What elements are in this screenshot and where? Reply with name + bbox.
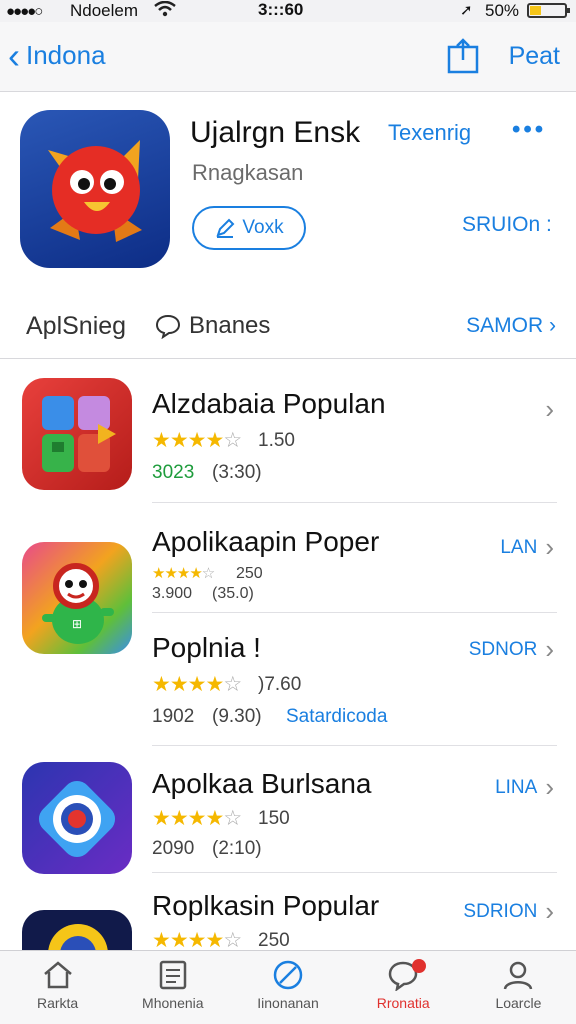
rating-value: 1.50: [258, 430, 295, 451]
pencil-icon: [216, 218, 235, 238]
app-name[interactable]: Alzdabaia Populan: [152, 388, 386, 420]
carrier-label: Ndoelem: [70, 1, 139, 20]
nav-right-button[interactable]: Peat: [509, 42, 560, 71]
app-developer-link[interactable]: Satardicoda: [286, 706, 387, 728]
app-meta: (2:10): [212, 838, 262, 859]
rating-value: 250: [258, 930, 290, 951]
chevron-right-icon: ›: [545, 394, 554, 424]
chevron-right-icon: ›: [545, 896, 554, 926]
tab-bar: Rarkta Mhonenia Iinonanan Rronatia Loarc…: [0, 950, 576, 1024]
status-bar: ●●●●○ Ndoelem 3:::60 ➚ 50%: [0, 0, 576, 22]
tab-label: Mhonenia: [142, 995, 204, 1011]
row-action-button[interactable]: SDRION ›: [463, 896, 554, 927]
app-meta: (3:30): [212, 462, 262, 483]
home-icon: [43, 961, 72, 989]
chevron-right-icon: ›: [545, 634, 554, 664]
app-icon-eye[interactable]: [22, 762, 132, 874]
app-meta: (35.0): [212, 585, 254, 602]
svg-text:⊞: ⊞: [72, 617, 82, 631]
section-title: AplSnieg: [26, 312, 127, 340]
more-options-icon[interactable]: •••: [512, 116, 546, 144]
app-name[interactable]: Roplkasin Popular: [152, 890, 379, 922]
app-name[interactable]: Apolikaapin Poper: [152, 526, 379, 558]
battery-fill: [530, 6, 541, 15]
tab-label: Loarcle: [495, 995, 542, 1011]
row-action-label: LAN: [500, 536, 538, 558]
back-label: Indona: [26, 40, 106, 70]
featured-app-title: Ujalrgn Ensk: [190, 116, 361, 149]
rating-stars: ★★★★☆: [152, 565, 215, 582]
app-name[interactable]: Poplnia !: [152, 632, 261, 664]
app-meta: (9.30): [212, 706, 262, 727]
app-icon-character[interactable]: ⊞: [22, 542, 132, 654]
share-icon: [447, 38, 479, 74]
featured-app-button[interactable]: Voxk: [192, 206, 306, 250]
featured-app-button-label: Voxk: [242, 217, 284, 238]
person-icon: [504, 961, 533, 990]
divider: [152, 872, 557, 873]
divider: [152, 502, 557, 503]
tab-label: Rronatia: [376, 995, 430, 1011]
app-count: 2090: [152, 838, 195, 859]
chevron-left-icon: ‹: [8, 34, 20, 76]
chevron-right-icon: ›: [545, 532, 554, 562]
rating-value: 250: [236, 565, 263, 582]
section-link-label: SAMOR: [466, 314, 544, 337]
navigation-bar: ‹ Indona Peat: [0, 22, 576, 92]
row-action-button[interactable]: SDNOR ›: [469, 634, 554, 665]
row-action-button[interactable]: LAN ›: [500, 532, 554, 563]
section-chat-label: Bnanes: [189, 312, 271, 339]
tab-home[interactable]: Rarkta: [0, 951, 115, 1024]
wifi-icon: [154, 0, 176, 22]
tab-label: Iinonanan: [257, 995, 319, 1011]
app-icon-partial[interactable]: [22, 910, 132, 950]
row-action-label: LINA: [495, 776, 538, 798]
row-action-label: SDRION: [463, 900, 538, 922]
divider: [152, 612, 557, 613]
share-button[interactable]: [446, 38, 480, 74]
tab-profile[interactable]: Loarcle: [461, 951, 576, 1024]
row-action-button[interactable]: LINA ›: [495, 772, 554, 803]
featured-app-subtitle: Rnagkasan: [192, 160, 304, 185]
clock: 3:::60: [258, 0, 304, 19]
battery-icon: [527, 3, 570, 18]
rating-value: 150: [258, 808, 290, 829]
app-name[interactable]: Apolkaa Burlsana: [152, 768, 371, 800]
rating-stars: ★★★★☆: [152, 807, 242, 830]
back-button[interactable]: ‹ Indona: [8, 34, 106, 76]
battery-percent: 50%: [485, 1, 520, 20]
document-icon: [159, 960, 187, 990]
tab-label: Rarkta: [36, 995, 79, 1011]
section-see-all-link[interactable]: SAMOR ›: [466, 314, 556, 338]
chevron-right-icon: ›: [543, 314, 556, 337]
rating-stars: ★★★★☆: [152, 429, 242, 452]
tab-compass[interactable]: Iinonanan: [230, 951, 345, 1024]
signal-dots-icon: ●●●●○: [6, 3, 43, 20]
app-icon-puzzle[interactable]: [22, 378, 132, 490]
divider: [152, 745, 557, 746]
app-count: 1902: [152, 706, 195, 727]
featured-app-link[interactable]: SRUIOn :: [462, 213, 552, 237]
location-arrow-icon: ➚: [460, 2, 473, 19]
rating-value: )7.60: [258, 674, 302, 695]
featured-app-icon[interactable]: [20, 110, 170, 268]
featured-app-tag[interactable]: Texenrig: [388, 120, 471, 146]
compass-icon: [273, 960, 303, 990]
app-count: 3.900: [152, 585, 193, 602]
divider: [0, 358, 576, 359]
speech-bubble-icon: [155, 314, 181, 339]
tab-chat[interactable]: Rronatia: [346, 951, 461, 1024]
app-count: 3023: [152, 462, 195, 483]
notification-badge: [411, 959, 426, 973]
rating-stars: ★★★★☆: [152, 673, 242, 696]
tab-document[interactable]: Mhonenia: [115, 951, 230, 1024]
row-action-label: SDNOR: [468, 638, 538, 660]
chevron-right-icon: ›: [545, 772, 554, 802]
section-chat-button[interactable]: Bnanes: [155, 312, 270, 340]
row-chevron-button[interactable]: ›: [545, 394, 554, 425]
